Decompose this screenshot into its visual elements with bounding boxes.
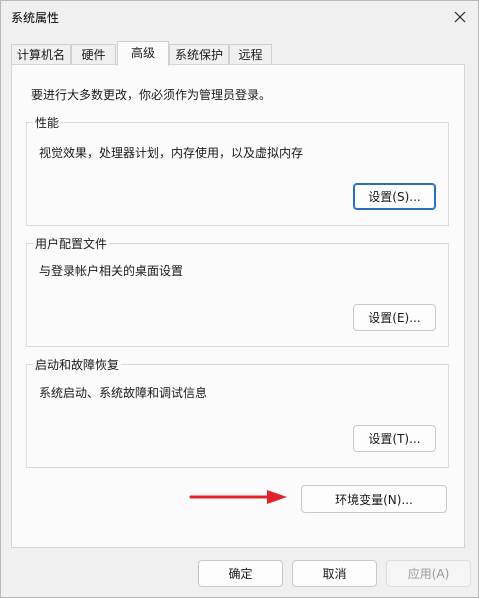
system-properties-dialog: 系统属性 计算机名 硬件 高级 系统保护 远程 要进行大多数更改，你必须作为管理… (0, 0, 479, 598)
environment-variables-button[interactable]: 环境变量(N)... (301, 485, 447, 513)
arrow-right-icon (189, 490, 287, 504)
cancel-button[interactable]: 取消 (292, 560, 377, 587)
startup-recovery-description: 系统启动、系统故障和调试信息 (39, 386, 208, 400)
tab-remote[interactable]: 远程 (229, 44, 272, 64)
startup-recovery-settings-button[interactable]: 设置(T)... (353, 425, 436, 452)
user-profiles-group: 用户配置文件 与登录帐户相关的桌面设置 设置(E)... (26, 235, 449, 347)
user-profiles-settings-button[interactable]: 设置(E)... (353, 304, 436, 331)
admin-notice: 要进行大多数更改，你必须作为管理员登录。 (31, 88, 272, 102)
ok-button[interactable]: 确定 (198, 560, 283, 587)
user-profiles-description: 与登录帐户相关的桌面设置 (39, 264, 184, 278)
startup-recovery-title: 启动和故障恢复 (33, 356, 122, 373)
tab-advanced[interactable]: 高级 (117, 41, 169, 66)
apply-button[interactable]: 应用(A) (386, 560, 471, 587)
tab-computer-name[interactable]: 计算机名 (11, 44, 71, 64)
performance-settings-button[interactable]: 设置(S)... (353, 183, 436, 210)
startup-recovery-group: 启动和故障恢复 系统启动、系统故障和调试信息 设置(T)... (26, 356, 449, 468)
close-icon (454, 11, 466, 23)
user-profiles-title: 用户配置文件 (33, 235, 110, 252)
title-bar: 系统属性 (1, 1, 478, 35)
window-title: 系统属性 (11, 11, 60, 25)
tab-hardware[interactable]: 硬件 (71, 44, 116, 64)
tab-system-protection[interactable]: 系统保护 (169, 44, 229, 64)
close-button[interactable] (446, 3, 474, 31)
performance-title: 性能 (33, 114, 62, 131)
performance-description: 视觉效果，处理器计划，内存使用，以及虚拟内存 (39, 146, 304, 160)
advanced-tab-panel: 要进行大多数更改，你必须作为管理员登录。 性能 视觉效果，处理器计划，内存使用，… (11, 64, 465, 548)
performance-group: 性能 视觉效果，处理器计划，内存使用，以及虚拟内存 设置(S)... (26, 114, 449, 226)
